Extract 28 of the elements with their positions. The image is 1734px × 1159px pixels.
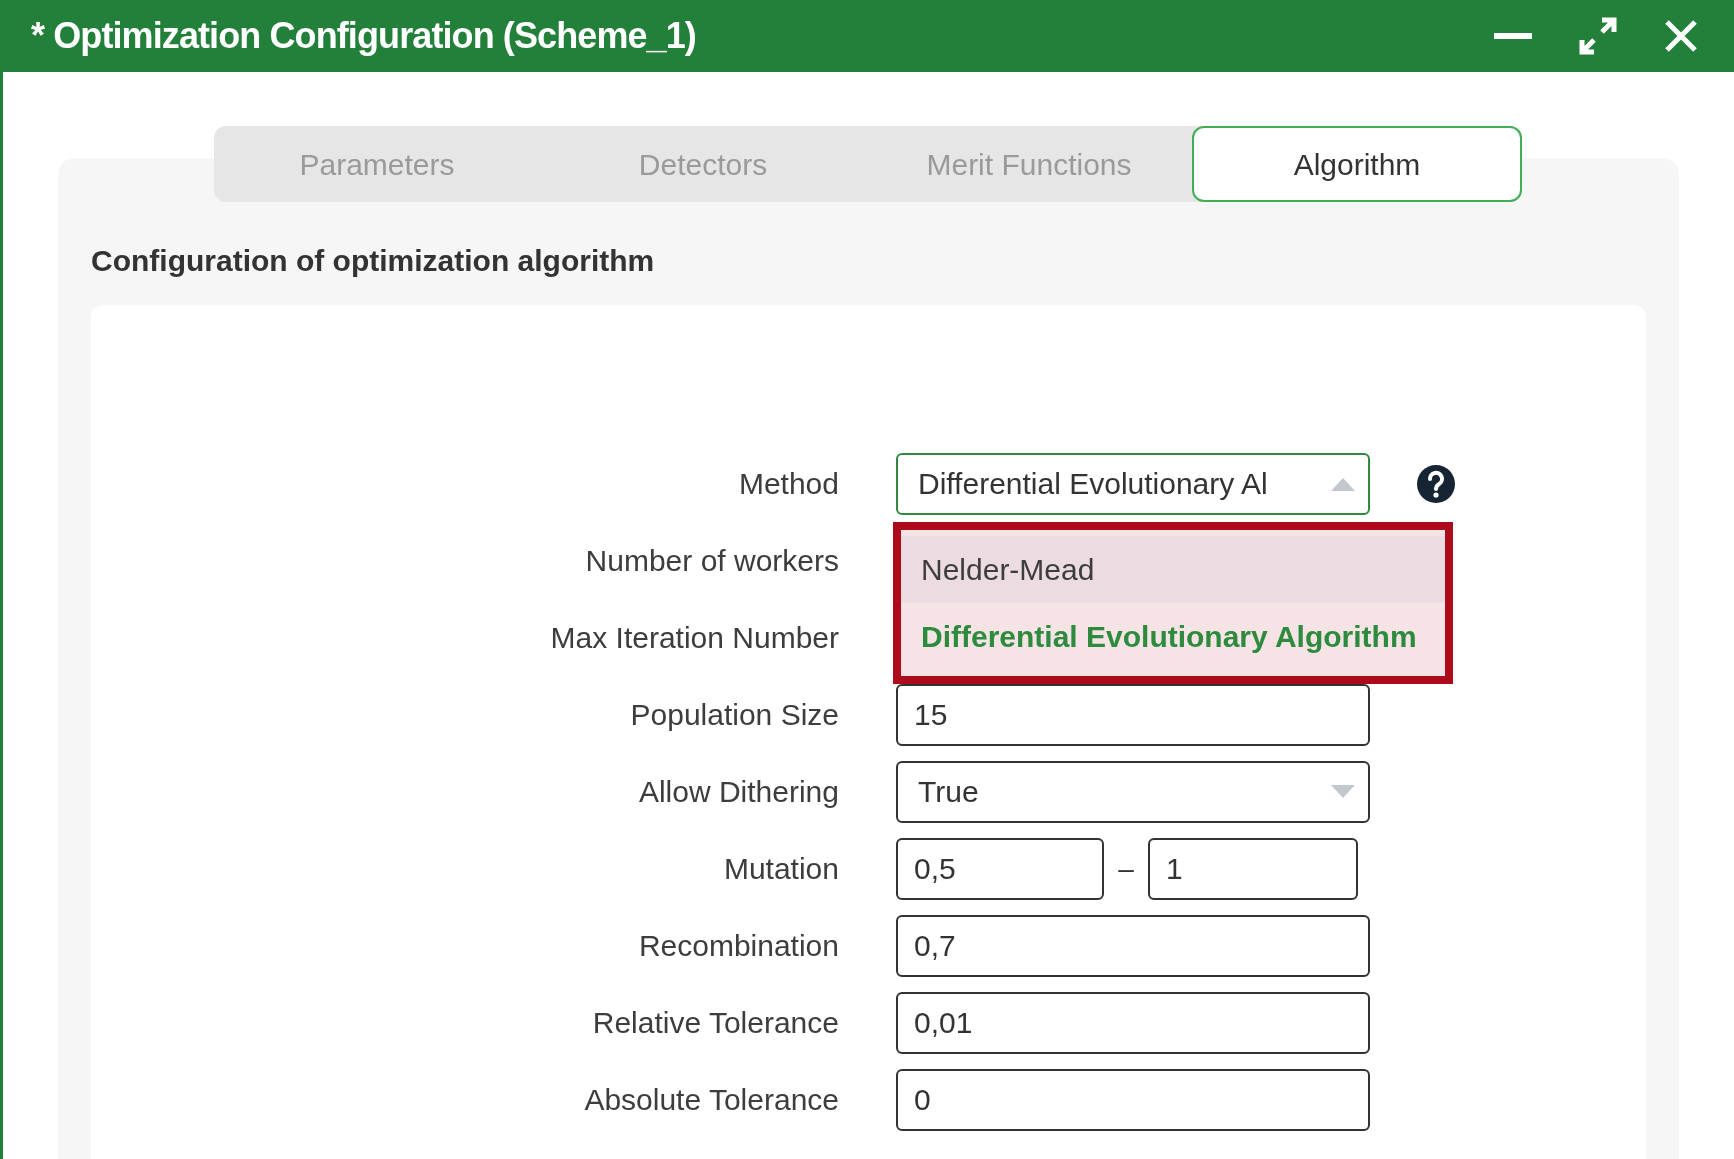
field-label: Max Iteration Number bbox=[549, 620, 839, 656]
dropdown-option[interactable]: Nelder-Mead bbox=[901, 536, 1445, 603]
expand-icon[interactable] bbox=[1578, 16, 1618, 56]
field-label: Number of workers bbox=[584, 543, 839, 579]
input-field[interactable]: 0 bbox=[896, 1068, 1370, 1131]
field-label: Absolute Tolerance bbox=[583, 1082, 839, 1118]
tab[interactable]: Algorithm bbox=[1192, 126, 1522, 202]
field-label: Allow Dithering bbox=[637, 774, 839, 810]
input-field[interactable]: 0,7 bbox=[896, 914, 1370, 977]
field-label: Mutation bbox=[722, 851, 839, 887]
input-field[interactable]: 15 bbox=[896, 683, 1370, 746]
input-field[interactable]: 0,5 bbox=[896, 837, 1104, 900]
dropdown-value: Differential Evolutionary Al bbox=[918, 466, 1268, 502]
field-label: Relative Tolerance bbox=[591, 1005, 839, 1041]
section-heading: Configuration of optimization algorithm bbox=[91, 243, 656, 279]
input-field[interactable]: 0,01 bbox=[896, 991, 1370, 1054]
dropdown-field[interactable]: True bbox=[896, 760, 1370, 823]
field-label: Population Size bbox=[629, 697, 839, 733]
caret-icon bbox=[1330, 783, 1356, 800]
help-icon[interactable] bbox=[1417, 464, 1455, 503]
input-field[interactable]: 1 bbox=[1148, 837, 1358, 900]
dropdown-value: True bbox=[918, 774, 979, 810]
range-separator: – bbox=[1117, 851, 1135, 886]
window-title: * Optimization Configuration (Scheme_1) bbox=[31, 14, 696, 58]
dropdown-field[interactable]: Differential Evolutionary Al bbox=[896, 452, 1370, 515]
close-icon[interactable] bbox=[1664, 19, 1698, 53]
field-label: Method bbox=[737, 466, 839, 502]
field-label: Recombination bbox=[637, 928, 839, 964]
